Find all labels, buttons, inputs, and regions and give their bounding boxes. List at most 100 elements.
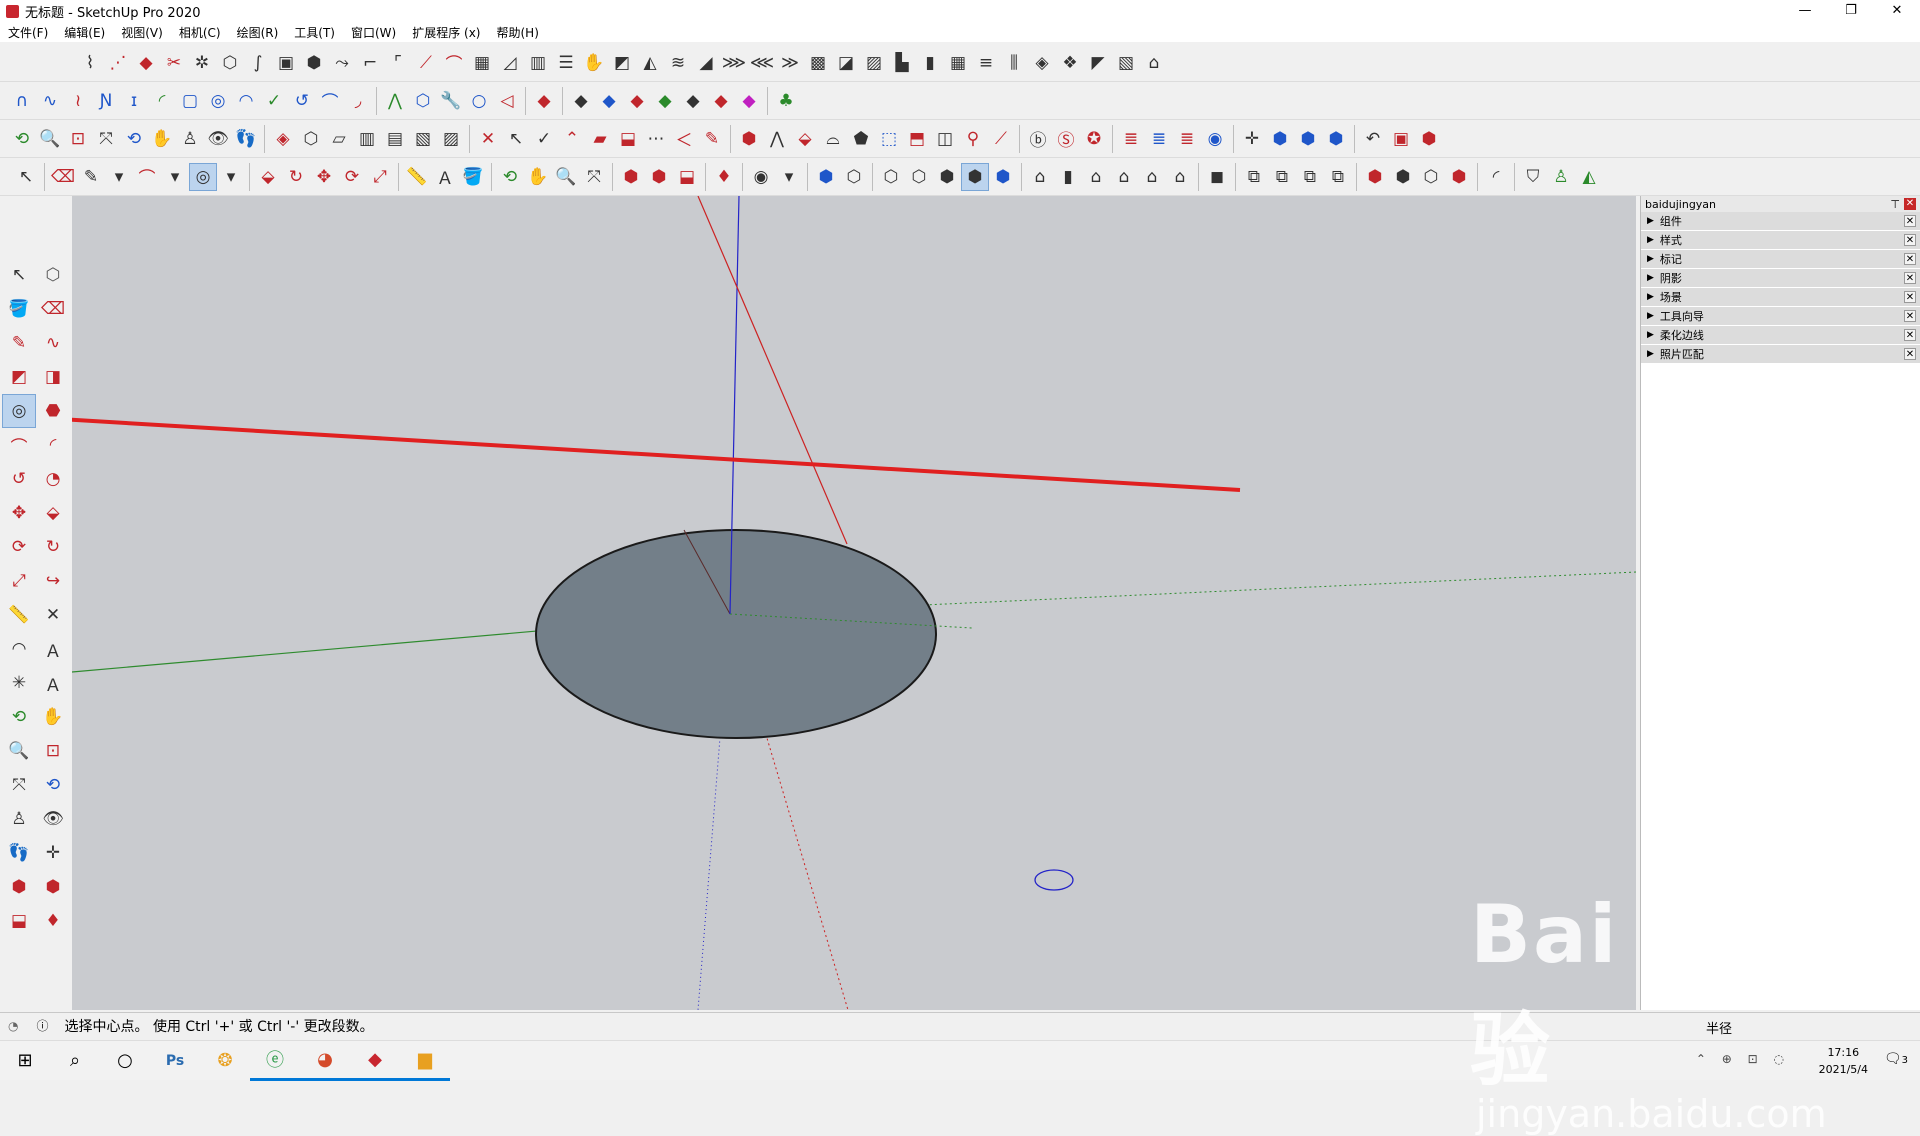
close-button[interactable]: ✕: [1874, 0, 1920, 22]
intersect-icon[interactable]: ✕: [474, 125, 502, 153]
wave-icon[interactable]: ∿: [36, 87, 64, 115]
axes-icon[interactable]: ✛: [1238, 125, 1266, 153]
task-view-icon[interactable]: ○: [100, 1041, 150, 1081]
rotated-rect-left-icon[interactable]: ◨: [36, 360, 70, 394]
pie-left-icon[interactable]: ◔: [36, 462, 70, 496]
rotate-left-icon[interactable]: ⟳: [2, 530, 36, 564]
shaded-icon[interactable]: ⬢: [933, 163, 961, 191]
box-icon[interactable]: ▣: [272, 49, 300, 77]
arc-left-icon[interactable]: ⌒: [2, 428, 36, 462]
cut-icon[interactable]: ✂: [160, 49, 188, 77]
slope-icon[interactable]: ◢: [692, 49, 720, 77]
export-green-icon[interactable]: ◆: [651, 87, 679, 115]
user-icon[interactable]: ◉: [747, 163, 775, 191]
modeling-viewport[interactable]: [72, 196, 1636, 1010]
text-icon[interactable]: Ａ: [431, 163, 459, 191]
close-icon[interactable]: ✕: [1904, 291, 1916, 303]
sketchup-taskbar-icon[interactable]: ◆: [350, 1041, 400, 1081]
corner-icon[interactable]: ⌐: [356, 49, 384, 77]
arc-dropdown-icon[interactable]: ▾: [161, 163, 189, 191]
trim2-icon[interactable]: ⧉: [1324, 163, 1352, 191]
zoom-window-left-icon[interactable]: ⊡: [36, 734, 70, 768]
ext2-icon[interactable]: ⬢: [1389, 163, 1417, 191]
right-view-icon[interactable]: ▤: [381, 125, 409, 153]
outer-icon[interactable]: ⧉: [1240, 163, 1268, 191]
triangle-icon[interactable]: ◁: [493, 87, 521, 115]
bezier-icon[interactable]: ⌇: [76, 49, 104, 77]
back-view-icon[interactable]: ▧: [409, 125, 437, 153]
left-icon[interactable]: ⌂: [1166, 163, 1194, 191]
geo-location-icon[interactable]: ◔: [8, 1019, 18, 1033]
fan3-icon[interactable]: ≫: [776, 49, 804, 77]
arc-icon[interactable]: ◠: [232, 87, 260, 115]
mesh-icon[interactable]: ▦: [944, 49, 972, 77]
plane-icon[interactable]: ◭: [636, 49, 664, 77]
subtract-icon[interactable]: ⧉: [1296, 163, 1324, 191]
close-icon[interactable]: ✕: [1904, 348, 1916, 360]
extension-icon[interactable]: ⬢: [1415, 125, 1443, 153]
solid-icon[interactable]: ⋀: [763, 125, 791, 153]
pan2-icon[interactable]: ✋: [524, 163, 552, 191]
zoom-extents2-icon[interactable]: ⤧: [580, 163, 608, 191]
top-icon[interactable]: ▮: [1054, 163, 1082, 191]
bars-icon[interactable]: ▮: [916, 49, 944, 77]
intersect2-icon[interactable]: ⧉: [1268, 163, 1296, 191]
fan2-icon[interactable]: ⋘: [748, 49, 776, 77]
c-arc-icon[interactable]: ◜: [148, 87, 176, 115]
hook-icon[interactable]: ↺: [288, 87, 316, 115]
search-icon[interactable]: ⌕: [50, 1041, 100, 1081]
ext4-icon[interactable]: ⬢: [1445, 163, 1473, 191]
arc3-icon[interactable]: ◞: [344, 87, 372, 115]
polyline-icon[interactable]: ⋰: [104, 49, 132, 77]
chrome-icon[interactable]: ◕: [300, 1041, 350, 1081]
panel-icon[interactable]: ▨: [860, 49, 888, 77]
su-app-icon[interactable]: ✪: [1080, 125, 1108, 153]
join-icon[interactable]: ⋯: [642, 125, 670, 153]
arrow-left-icon[interactable]: ＜: [670, 125, 698, 153]
xray-icon[interactable]: ⬢: [812, 163, 840, 191]
rectangle-left-icon[interactable]: ◩: [2, 360, 36, 394]
3d-icon[interactable]: ⓑ: [1024, 125, 1052, 153]
shape-icon[interactable]: ⬡: [216, 49, 244, 77]
rectangle-icon[interactable]: ▢: [176, 87, 204, 115]
followme-left-icon[interactable]: ↻: [36, 530, 70, 564]
close-icon[interactable]: ✕: [1904, 234, 1916, 246]
scene-canvas[interactable]: [72, 196, 1636, 1010]
offset-left-icon[interactable]: ↪: [36, 564, 70, 598]
tray-close-button[interactable]: ✕: [1904, 198, 1916, 210]
s-icon[interactable]: Ⓢ: [1052, 125, 1080, 153]
check-curve-icon[interactable]: ✓: [260, 87, 288, 115]
polygon-left-icon[interactable]: ⬣: [36, 394, 70, 428]
export-n-icon[interactable]: ◆: [679, 87, 707, 115]
orbit-icon[interactable]: ⟲: [8, 125, 36, 153]
notification-icon[interactable]: 🗨3: [1884, 1051, 1908, 1067]
monochrome-icon[interactable]: ⬢: [989, 163, 1017, 191]
roof-icon[interactable]: ⌃: [558, 125, 586, 153]
circle-dropdown-icon[interactable]: ▾: [217, 163, 245, 191]
arc-tool-icon[interactable]: ⌒: [133, 163, 161, 191]
file-explorer-icon[interactable]: ▆: [400, 1041, 450, 1081]
close-icon[interactable]: ✕: [1904, 253, 1916, 265]
front-icon[interactable]: ⌂: [1082, 163, 1110, 191]
previous-left-icon[interactable]: ⟲: [36, 768, 70, 802]
menu-file[interactable]: 文件(F): [8, 24, 48, 41]
component-left-icon[interactable]: ⬡: [36, 258, 70, 292]
zigzag-icon[interactable]: ≀: [64, 87, 92, 115]
protractor-left-icon[interactable]: ◠: [2, 632, 36, 666]
windows-start-icon[interactable]: ⊞: [0, 1041, 50, 1081]
zoom2-icon[interactable]: 🔍: [552, 163, 580, 191]
path-icon[interactable]: ⤳: [328, 49, 356, 77]
photoshop-icon[interactable]: Ps: [150, 1041, 200, 1081]
polyline2-icon[interactable]: ⋀: [381, 87, 409, 115]
tray-soften-edges[interactable]: ▶ 柔化边线 ✕: [1641, 326, 1920, 345]
layers-red-icon[interactable]: ≣: [1117, 125, 1145, 153]
walk-left-icon[interactable]: 👣: [2, 836, 36, 870]
menu-view[interactable]: 视图(V): [121, 24, 163, 41]
back-edges-icon[interactable]: ⬡: [840, 163, 868, 191]
layout-left-icon[interactable]: ⬓: [2, 904, 36, 938]
close-icon[interactable]: ✕: [1904, 310, 1916, 322]
plane2-icon[interactable]: ▰: [586, 125, 614, 153]
globe-icon[interactable]: ◉: [1201, 125, 1229, 153]
pushpull-left-icon[interactable]: ⬙: [36, 496, 70, 530]
textured-icon[interactable]: ⬢: [961, 162, 989, 191]
